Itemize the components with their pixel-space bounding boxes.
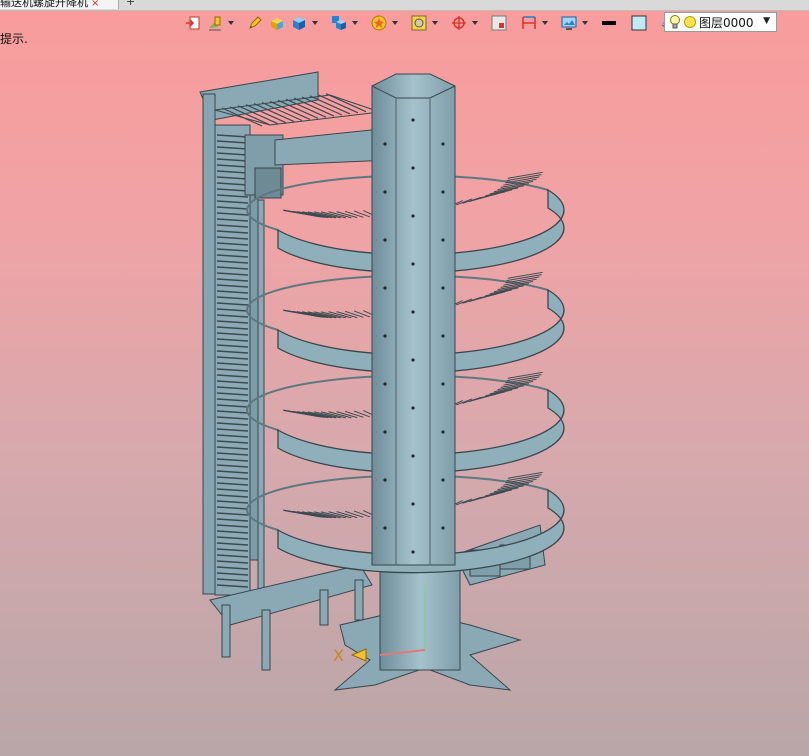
add-tab-button[interactable]: + xyxy=(126,0,135,8)
chevron-down-icon[interactable] xyxy=(312,14,318,32)
3d-viewport[interactable]: X xyxy=(0,40,809,756)
view-toolbar xyxy=(184,12,688,34)
x-axis-label: X xyxy=(333,646,344,665)
document-tab[interactable]: 输送机螺旋升降机 × xyxy=(0,0,119,9)
layer-select[interactable]: 图层0000 ▼ xyxy=(664,12,777,32)
chevron-down-icon[interactable]: ▼ xyxy=(763,16,770,26)
view-frame-icon[interactable] xyxy=(490,14,508,32)
render-icon[interactable] xyxy=(410,14,428,32)
chevron-down-icon[interactable] xyxy=(228,14,234,32)
layer-select-value: 图层0000 xyxy=(699,15,754,30)
star-sphere-icon[interactable] xyxy=(370,14,388,32)
chevron-down-icon[interactable] xyxy=(432,14,438,32)
chevron-down-icon[interactable] xyxy=(392,14,398,32)
chevron-down-icon[interactable] xyxy=(542,14,548,32)
target-icon[interactable] xyxy=(450,14,468,32)
document-tab-title: 输送机螺旋升降机 xyxy=(0,0,88,9)
close-tab-icon[interactable]: × xyxy=(91,0,99,9)
vertical-conveyor xyxy=(199,71,391,601)
fill-color-swatch[interactable] xyxy=(630,14,648,32)
layer-color-icon[interactable] xyxy=(684,16,696,28)
lightbulb-icon[interactable] xyxy=(668,14,682,30)
view-cube-icon[interactable] xyxy=(330,14,348,32)
chevron-down-icon[interactable] xyxy=(582,14,588,32)
central-column xyxy=(371,73,456,566)
dimension-icon[interactable] xyxy=(520,14,538,32)
layer-paint-icon[interactable] xyxy=(206,14,224,32)
chevron-down-icon[interactable] xyxy=(472,14,478,32)
document-tab-bar: 输送机螺旋升降机 × + xyxy=(0,0,809,11)
cube-icon[interactable] xyxy=(290,14,308,32)
display-icon[interactable] xyxy=(560,14,578,32)
import-icon[interactable] xyxy=(184,14,202,32)
chevron-down-icon[interactable] xyxy=(352,14,358,32)
line-color-swatch[interactable] xyxy=(600,14,618,32)
solid-box-icon[interactable] xyxy=(268,14,286,32)
pencil-icon[interactable] xyxy=(246,14,264,32)
